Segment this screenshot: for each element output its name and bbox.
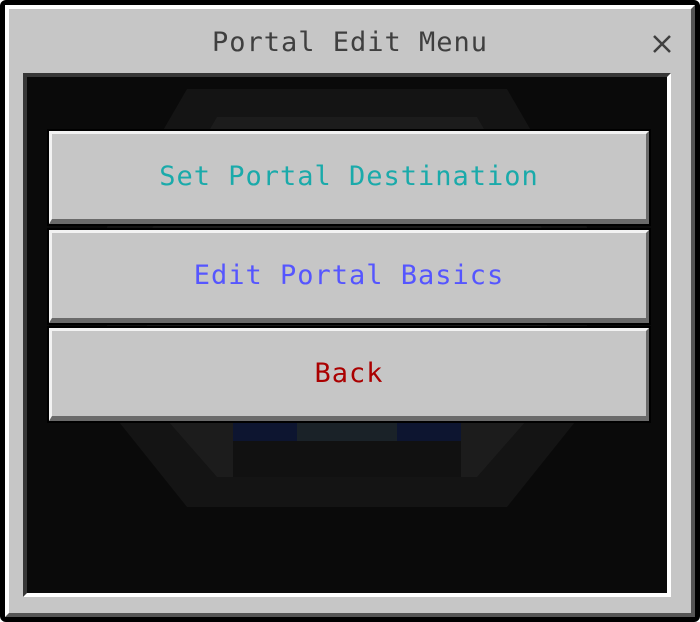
edit-portal-basics-button[interactable]: Edit Portal Basics	[47, 228, 651, 325]
set-portal-destination-button[interactable]: Set Portal Destination	[47, 129, 651, 226]
menu-content-area: Set Portal Destination Edit Portal Basic…	[23, 73, 671, 597]
title-bar: Portal Edit Menu	[9, 9, 691, 73]
close-icon	[653, 35, 671, 53]
button-label: Back	[314, 358, 384, 389]
close-button[interactable]	[651, 33, 675, 57]
button-label: Set Portal Destination	[159, 161, 539, 192]
back-button[interactable]: Back	[47, 326, 651, 423]
portal-edit-dialog: Portal Edit Menu Set Portal Destination …	[0, 0, 700, 622]
dialog-title: Portal Edit Menu	[211, 27, 489, 58]
dialog-panel: Portal Edit Menu Set Portal Destination …	[5, 5, 695, 617]
button-label: Edit Portal Basics	[193, 260, 505, 291]
